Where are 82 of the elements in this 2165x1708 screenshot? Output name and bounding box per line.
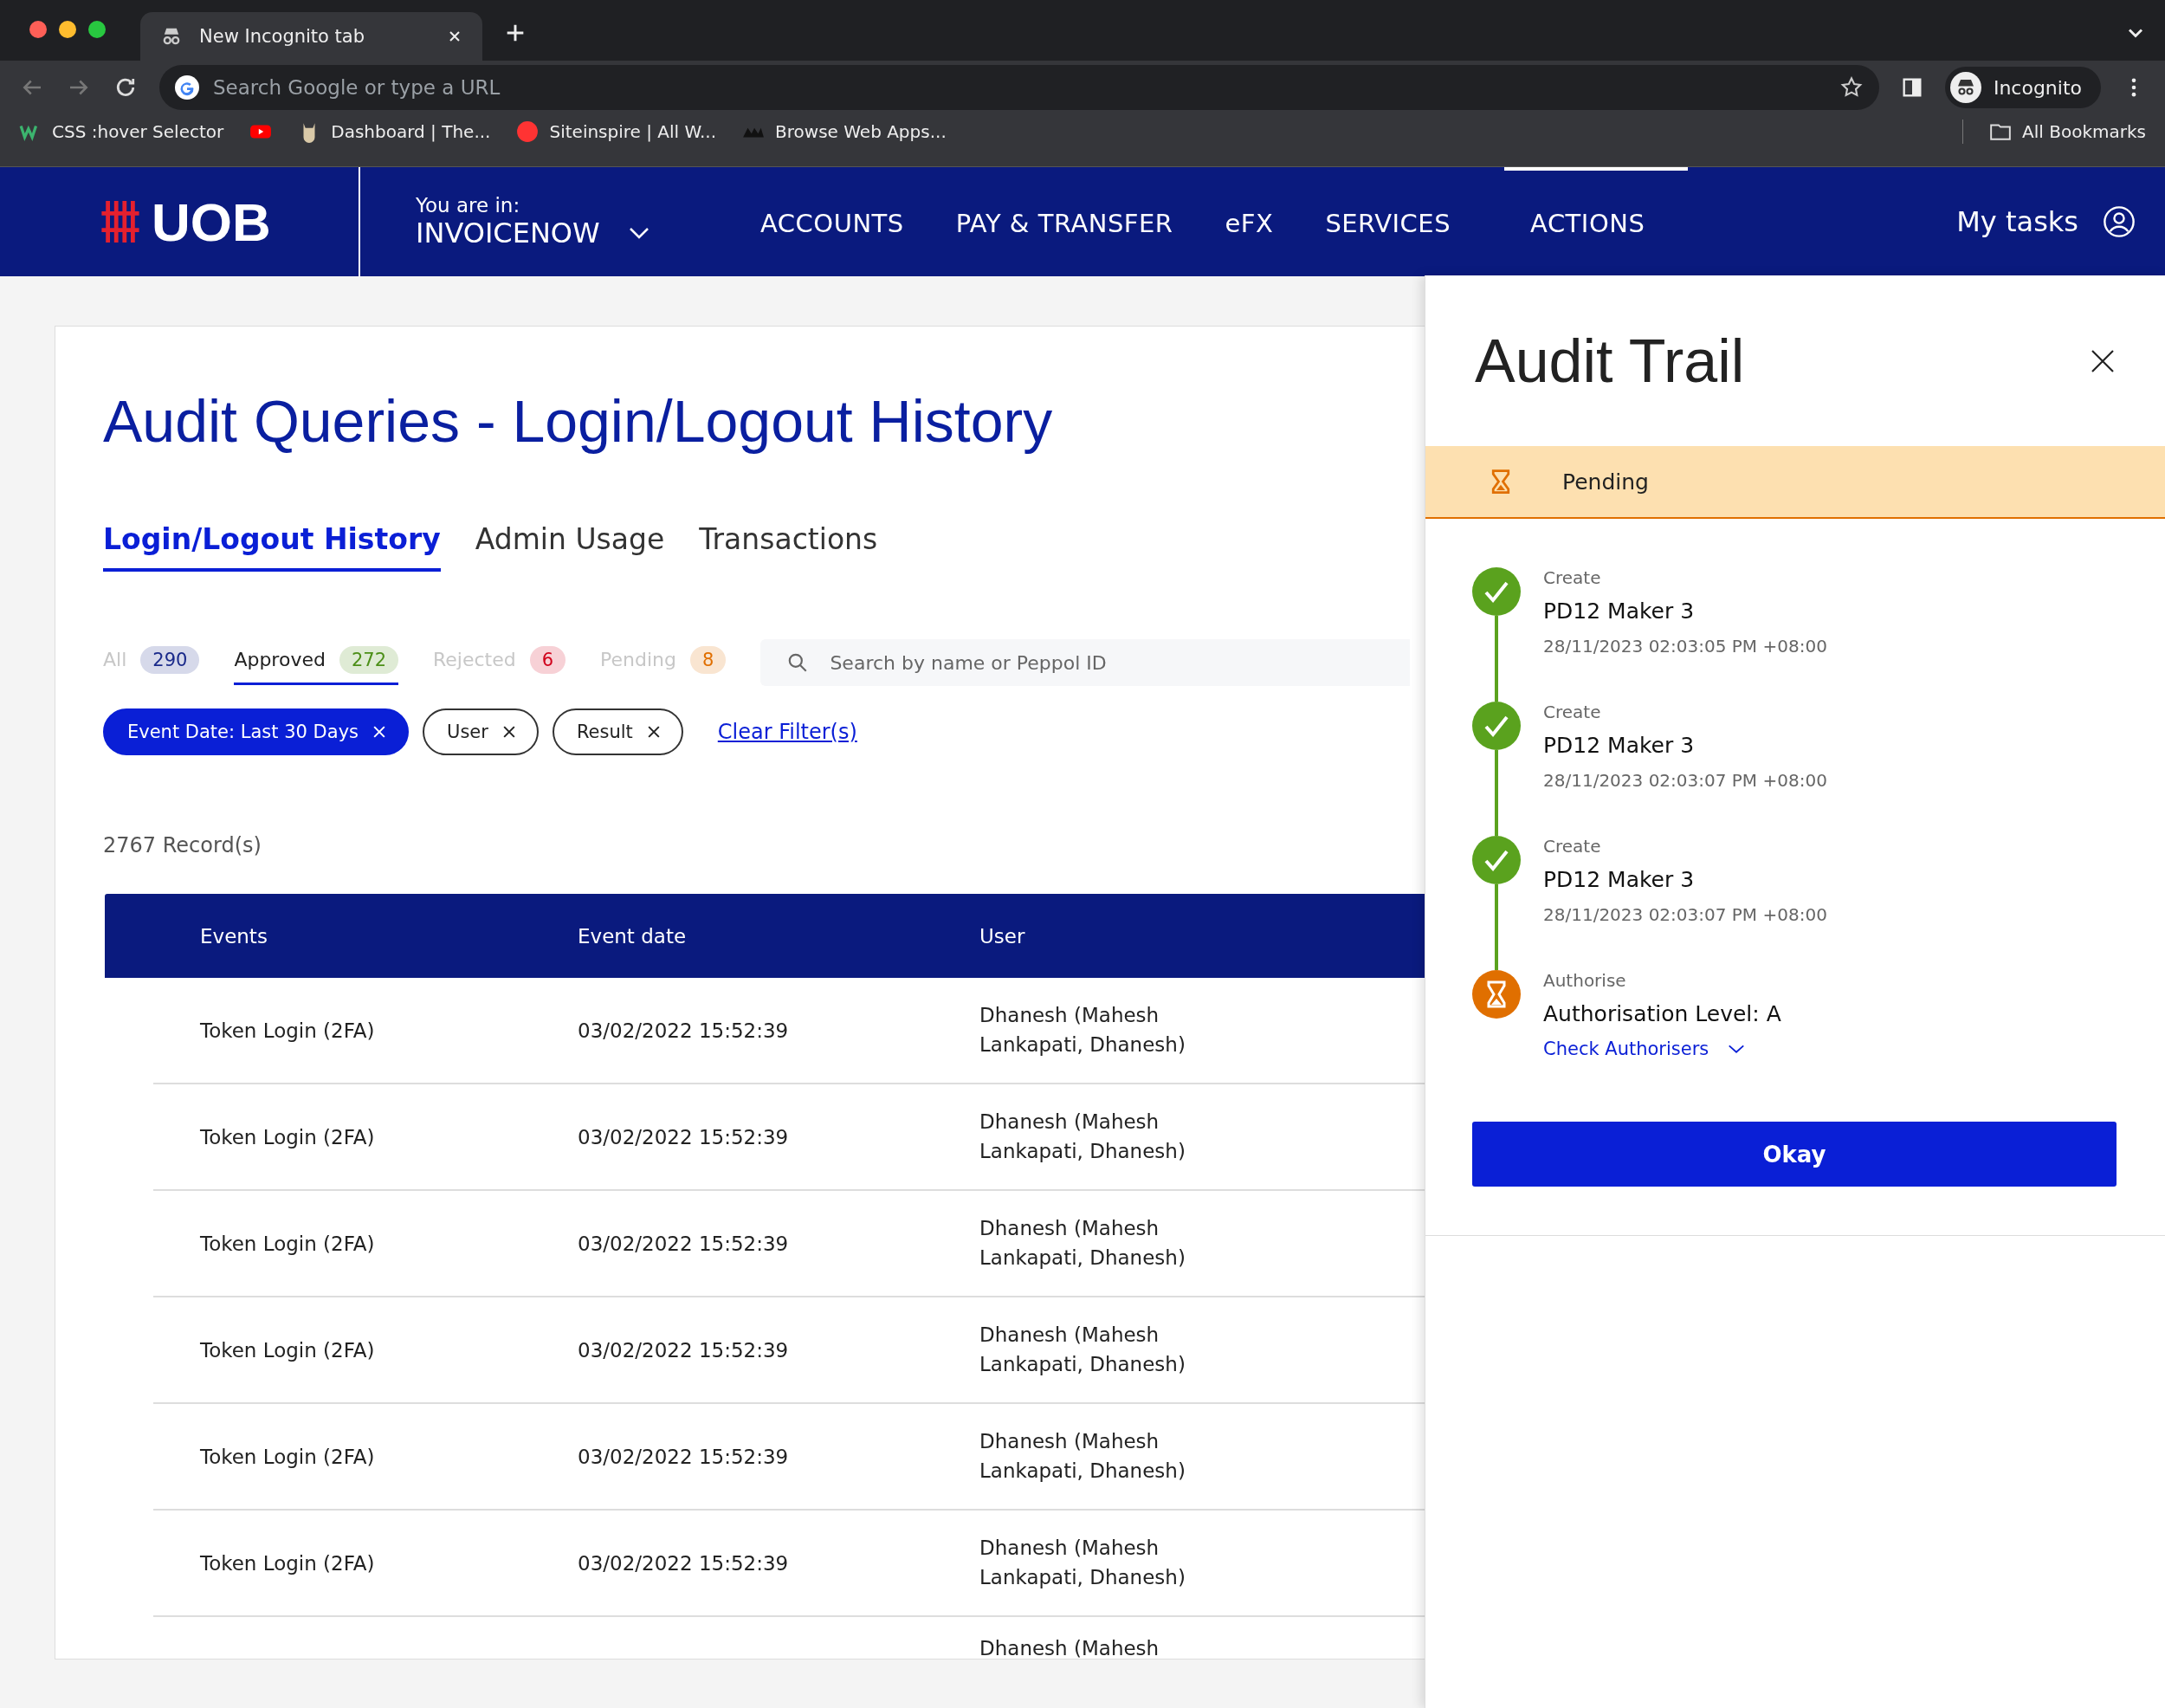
circle-icon bbox=[516, 120, 540, 143]
status-filter-tab[interactable]: All 290 bbox=[103, 640, 200, 685]
search-input[interactable]: Search by name or Peppol ID bbox=[828, 650, 1385, 675]
page-title: Audit Queries - Login/Logout History bbox=[103, 387, 1054, 455]
table-cell: 03/02/2022 15:52:39 bbox=[578, 1125, 789, 1148]
browser-tab[interactable]: New Incognito tab bbox=[140, 12, 482, 61]
tab-title: New Incognito tab bbox=[199, 26, 366, 47]
table-cell: Token Login (2FA) bbox=[200, 1551, 375, 1575]
step-action: Authorise bbox=[1543, 970, 1627, 991]
status-filter-tab[interactable]: Approved 272 bbox=[234, 640, 398, 685]
table-cell: 03/02/2022 15:52:39 bbox=[578, 1338, 789, 1362]
count-badge: 6 bbox=[529, 645, 566, 674]
table-cell: Token Login (2FA) bbox=[200, 1019, 375, 1042]
address-input[interactable]: Search Google or type a URL bbox=[211, 75, 1827, 100]
table-cell: 03/02/2022 15:52:39 bbox=[578, 1019, 789, 1042]
okay-button[interactable]: Okay bbox=[1472, 1122, 2117, 1187]
status-banner: Pending bbox=[1425, 446, 2165, 519]
bookmark[interactable]: Browse Web Apps... bbox=[742, 120, 947, 143]
bookmark[interactable]: Siteinspire | All W... bbox=[516, 120, 717, 143]
close-window-dot[interactable] bbox=[29, 21, 47, 38]
minimize-window-dot[interactable] bbox=[59, 21, 76, 38]
user-icon bbox=[2103, 205, 2136, 238]
filter-chip[interactable]: User bbox=[423, 708, 539, 755]
table-cell-text: Dhanesh (Mahesh Lankapati, Dhanesh) bbox=[979, 1536, 1186, 1590]
check-authorisers-link[interactable]: Check Authorisers bbox=[1543, 1038, 1781, 1059]
table-cell-text: Dhanesh (Mahesh Lankapati, Dhanesh) bbox=[979, 1429, 1186, 1484]
bookmark[interactable]: CSS :hover Selector bbox=[19, 120, 224, 143]
nav-item[interactable]: ACCOUNTS bbox=[734, 167, 930, 276]
table-cell-text: Dhanesh (Mahesh Lankapati, Dhanesh) bbox=[979, 1003, 1186, 1058]
hourglass-circle-icon bbox=[1472, 970, 1521, 1019]
status-filter-tab[interactable]: Rejected 6 bbox=[433, 640, 566, 685]
step-name: PD12 Maker 3 bbox=[1543, 733, 1696, 758]
column-header: Event date bbox=[578, 924, 687, 948]
step-name: PD12 Maker 3 bbox=[1543, 867, 1696, 892]
step-name: Authorisation Level: A bbox=[1543, 1001, 1781, 1026]
table-cell: Token Login (2FA) bbox=[200, 1338, 375, 1362]
tab[interactable]: Transactions bbox=[699, 522, 878, 572]
table-cell: Token Login (2FA) bbox=[200, 1232, 375, 1255]
step-time: 28/11/2023 02:03:07 PM +08:00 bbox=[1543, 770, 1827, 791]
column-header: User bbox=[979, 924, 1025, 948]
step-time: 28/11/2023 02:03:05 PM +08:00 bbox=[1543, 636, 1827, 657]
table-cell: Token Login (2FA) bbox=[200, 1445, 375, 1468]
clear-filters-link[interactable]: Clear Filter(s) bbox=[717, 720, 857, 744]
table-cell-text: Dhanesh (Mahesh Lankapati, Dhanesh) bbox=[979, 1110, 1186, 1164]
logo-mark-icon bbox=[100, 198, 141, 245]
address-bar[interactable]: Search Google or type a URL bbox=[159, 65, 1879, 110]
step-name: PD12 Maker 3 bbox=[1543, 598, 1696, 624]
count-badge: 8 bbox=[690, 645, 727, 674]
table-cell-text: Dhanesh (Mahesh Lankapati, Dhanesh) bbox=[979, 1323, 1186, 1377]
count-badge: 272 bbox=[339, 645, 398, 674]
bookmark-star-icon[interactable] bbox=[1839, 75, 1864, 100]
maximize-window-dot[interactable] bbox=[88, 21, 106, 38]
step-time: 28/11/2023 02:03:07 PM +08:00 bbox=[1543, 904, 1827, 925]
my-tasks-link[interactable]: My tasks bbox=[1956, 205, 2136, 238]
filter-chip[interactable]: Result bbox=[552, 708, 683, 755]
tab[interactable]: Login/Logout History bbox=[103, 522, 441, 572]
search-field[interactable]: Search by name or Peppol ID bbox=[760, 639, 1411, 686]
step-action: Create bbox=[1543, 702, 1602, 722]
incognito-icon bbox=[1949, 72, 1981, 103]
panel-title: Audit Trail bbox=[1475, 326, 1745, 396]
profile-button[interactable]: Incognito bbox=[1944, 67, 2101, 108]
table-cell-text: Dhanesh (Mahesh Lankapati, Dhanesh) bbox=[979, 1216, 1186, 1271]
table-cell-text: Dhanesh (Mahesh bbox=[979, 1636, 1160, 1659]
bookmark[interactable]: Dashboard | The... bbox=[298, 120, 491, 143]
google-icon bbox=[175, 75, 199, 100]
record-count: 2767 Record(s) bbox=[103, 833, 262, 857]
table-cell: 03/02/2022 15:52:39 bbox=[578, 1445, 789, 1468]
table-cell: Token Login (2FA) bbox=[200, 1125, 375, 1148]
column-header: Events bbox=[200, 924, 268, 948]
tab[interactable]: Admin Usage bbox=[475, 522, 665, 572]
context-selector[interactable]: You are in: INVOICENOW bbox=[416, 194, 675, 249]
uob-logo[interactable]: UOB bbox=[0, 167, 360, 276]
table-cell: 03/02/2022 15:52:39 bbox=[578, 1551, 789, 1575]
step-action: Create bbox=[1543, 836, 1602, 857]
nav-item[interactable]: SERVICES bbox=[1299, 167, 1477, 276]
nav-item[interactable]: PAY & TRANSFER bbox=[929, 167, 1199, 276]
nav-item[interactable]: eFX bbox=[1199, 167, 1300, 276]
step-action: Create bbox=[1543, 567, 1602, 588]
table-cell: 03/02/2022 15:52:39 bbox=[578, 1232, 789, 1255]
count-badge: 290 bbox=[140, 645, 200, 674]
all-bookmarks-button[interactable]: All Bookmarks bbox=[1989, 120, 2146, 143]
filter-chip[interactable]: Event Date: Last 30 Days bbox=[103, 708, 409, 755]
